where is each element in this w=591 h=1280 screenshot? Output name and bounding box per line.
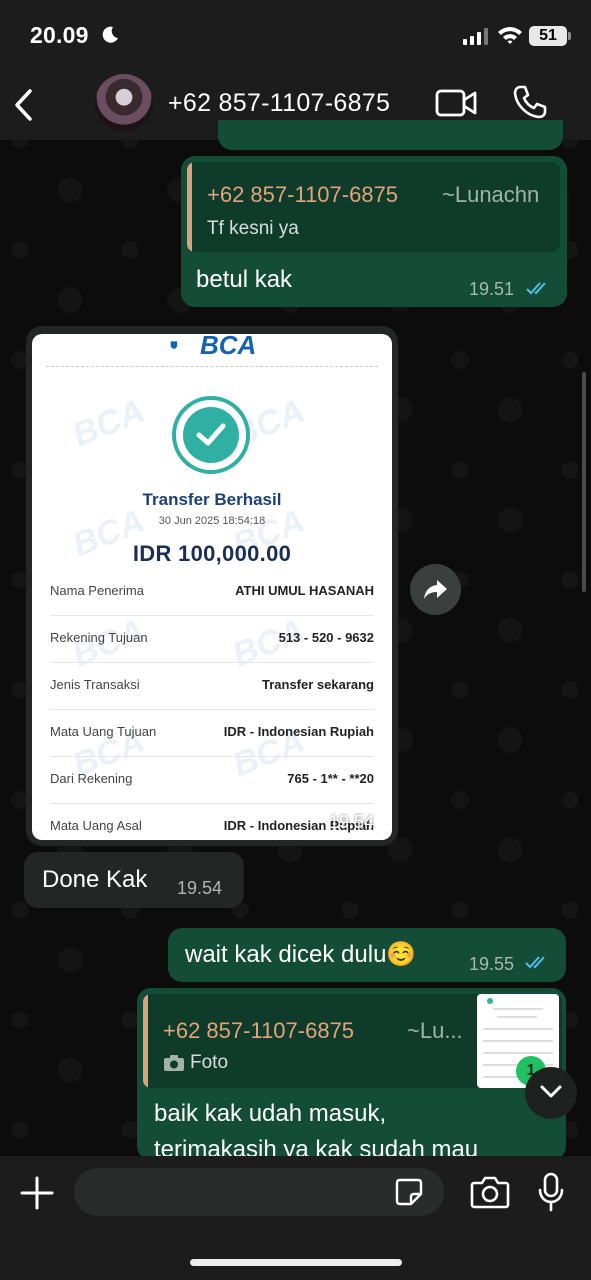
quote-author: ~Lu... — [407, 1018, 463, 1043]
receipt-row-label: Mata Uang Asal — [50, 818, 142, 833]
message-input[interactable] — [74, 1168, 444, 1216]
transfer-receipt-image[interactable]: BCA BCA BCA BCA BCA BCA BCA BCA BCA Tran… — [32, 334, 392, 840]
outgoing-message-bubble[interactable]: +62 857-1107-6875 ~Lunachn Tf kesni ya b… — [181, 156, 567, 307]
read-ticks-icon — [525, 956, 545, 969]
scroll-to-bottom-button[interactable] — [525, 1067, 577, 1119]
battery-indicator: 51 — [529, 26, 571, 46]
receipt-row-value: IDR - Indonesian Rupiah — [223, 724, 374, 739]
forward-button[interactable] — [410, 564, 461, 615]
contact-avatar[interactable] — [95, 74, 153, 132]
message-time: 19.54 — [177, 878, 223, 898]
success-check-icon — [172, 396, 250, 474]
quote-author: ~Lunachn — [442, 182, 540, 207]
video-call-icon[interactable] — [435, 88, 477, 118]
message-text: Done Kak — [42, 866, 148, 893]
back-icon[interactable] — [12, 87, 36, 123]
receipt-title: Transfer Berhasil — [142, 490, 282, 509]
contact-name[interactable]: +62 857-1107-6875 — [168, 89, 390, 118]
previous-message-bubble[interactable] — [218, 120, 563, 150]
wifi-icon — [498, 27, 522, 44]
image-message-time: 19.54 — [329, 812, 375, 832]
bca-logo-icon — [170, 341, 178, 349]
phone-call-icon[interactable] — [512, 84, 548, 120]
receipt-row-label: Rekening Tujuan — [50, 630, 148, 645]
quote-sender: +62 857-1107-6875 — [163, 1018, 355, 1043]
message-time: 19.51 — [469, 279, 515, 299]
receipt-row-value: Transfer sekarang — [261, 677, 374, 692]
status-time: 20.09 — [30, 22, 89, 48]
quote-text: Tf kesni ya — [207, 218, 299, 239]
camera-icon[interactable] — [470, 1174, 510, 1210]
quote-sender: +62 857-1107-6875 — [207, 182, 399, 207]
sticker-icon[interactable] — [394, 1177, 424, 1207]
receipt-row-value: 513 - 520 - 9632 — [278, 630, 374, 645]
incoming-message-bubble[interactable]: Done Kak 19.54 — [24, 852, 244, 908]
receipt-row-value: 765 - 1** - **20 — [287, 771, 374, 786]
receipt-row: Dari Rekening 765 - 1** - **20 — [50, 757, 374, 804]
message-text: wait kak dicek dulu☺️ — [185, 941, 417, 968]
quote-type: Foto — [190, 1052, 229, 1073]
forward-icon — [424, 580, 447, 599]
chevron-down-icon — [540, 1085, 562, 1098]
message-text: betul kak — [196, 266, 293, 293]
bca-logo-text: BCA — [200, 334, 257, 360]
receipt-row: Jenis Transaksi Transfer sekarang — [50, 663, 374, 710]
home-indicator[interactable] — [190, 1259, 402, 1266]
receipt-amount: IDR 100,000.00 — [132, 541, 292, 566]
photo-icon — [164, 1055, 184, 1071]
receipt-row: Nama Penerima ATHI UMUL HASANAH — [50, 569, 374, 616]
message-time: 19.55 — [469, 954, 515, 974]
outgoing-message-bubble[interactable]: wait kak dicek dulu☺️ 19.55 — [168, 928, 566, 982]
divider — [46, 366, 378, 367]
scrollbar[interactable] — [582, 372, 586, 592]
receipt-row-value: ATHI UMUL HASANAH — [235, 583, 374, 598]
receipt-row-label: Nama Penerima — [50, 583, 144, 598]
receipt-row-label: Jenis Transaksi — [50, 677, 140, 692]
moon-icon — [102, 26, 118, 43]
receipt-row: Mata Uang Tujuan IDR - Indonesian Rupiah — [50, 710, 374, 757]
receipt-row: Mata Uang Asal IDR - Indonesian Rupiah — [50, 804, 374, 840]
status-bar: 20.09 51 — [0, 0, 591, 70]
message-text: baik kak udah masuk, — [154, 1100, 387, 1127]
plus-icon[interactable] — [20, 1176, 54, 1210]
signal-icon — [463, 28, 488, 45]
receipt-row: Rekening Tujuan 513 - 520 - 9632 — [50, 616, 374, 663]
receipt-row-label: Mata Uang Tujuan — [50, 724, 157, 739]
receipt-row-label: Dari Rekening — [50, 771, 133, 786]
microphone-icon[interactable] — [537, 1172, 565, 1212]
receipt-datetime: 30 Jun 2025 18:54:18 — [158, 515, 266, 527]
quoted-message[interactable]: +62 857-1107-6875 ~Lunachn Tf kesni ya — [187, 162, 560, 252]
read-ticks-icon — [526, 282, 546, 295]
